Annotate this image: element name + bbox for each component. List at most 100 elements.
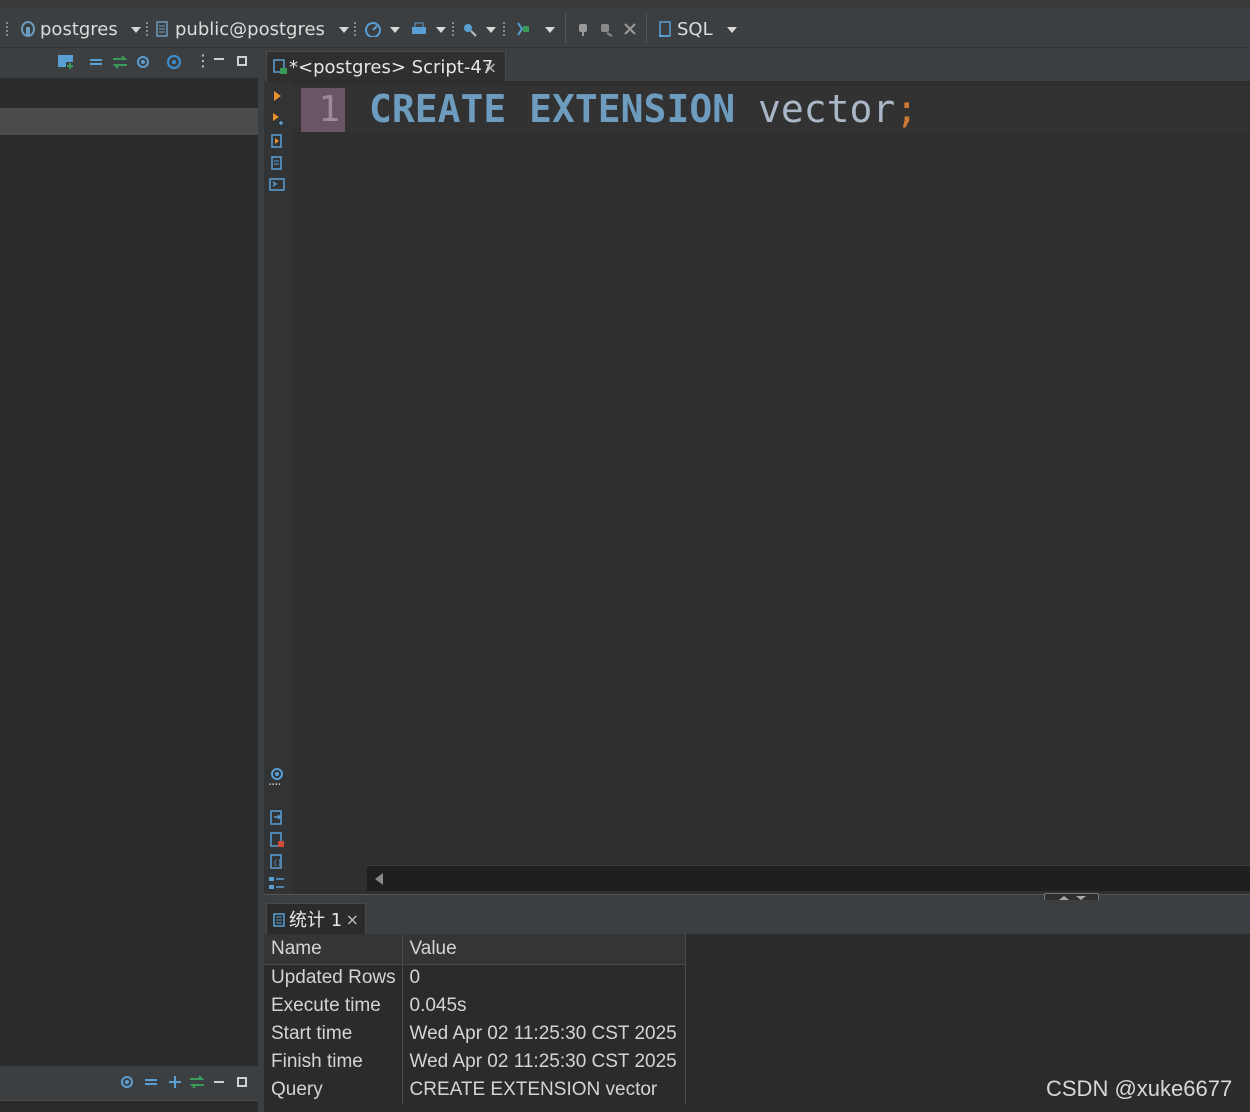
navigator-selected-row[interactable] xyxy=(0,108,258,135)
print-icon[interactable] xyxy=(410,21,428,37)
table-row[interactable]: Finish time Wed Apr 02 11:25:30 CST 2025 xyxy=(264,1048,686,1076)
results-tab-close-icon[interactable]: × xyxy=(346,910,359,929)
toolbar-separator xyxy=(503,22,505,36)
keyword-create: CREATE xyxy=(369,87,507,131)
table-header-row: Name Value xyxy=(264,934,686,965)
problems-icon[interactable] xyxy=(269,832,285,848)
connection-dropdown-icon[interactable] xyxy=(131,27,141,33)
table-row[interactable]: Updated Rows 0 xyxy=(264,964,686,992)
schema-label: public@postgres xyxy=(175,18,325,40)
row-value-cell: 0.045s xyxy=(402,992,686,1020)
project-maximize-icon[interactable] xyxy=(237,1077,247,1087)
schema-dropdown-icon[interactable] xyxy=(339,27,349,33)
disconnect-icon[interactable] xyxy=(622,21,638,37)
sql-label: SQL xyxy=(677,18,713,40)
tab-title: *<postgres> Script-47 xyxy=(289,56,494,78)
svg-text:{}: {} xyxy=(273,859,282,867)
line-number: 1 xyxy=(301,88,345,132)
statistics-table: Name Value Updated Rows 0 Execute time 0… xyxy=(264,934,686,1104)
schema-icon xyxy=(156,21,168,37)
editor-tab-bar: *<postgres> Script-47 × xyxy=(264,48,1250,82)
rollback-icon[interactable] xyxy=(598,21,614,37)
print-dropdown-icon[interactable] xyxy=(436,27,446,33)
minimize-icon[interactable] xyxy=(214,58,224,60)
database-navigator-panel: ⋮ xyxy=(0,48,258,1112)
project-link-icon[interactable] xyxy=(189,1075,205,1089)
watermark-text: CSDN @xuke6677 xyxy=(1046,1076,1233,1101)
table-row[interactable]: Execute time 0.045s xyxy=(264,992,686,1020)
toolbar-separator xyxy=(452,22,454,36)
tab-close-icon[interactable]: × xyxy=(484,58,497,77)
row-value-cell: Wed Apr 02 11:25:30 CST 2025 xyxy=(402,1020,686,1048)
maximize-icon[interactable] xyxy=(237,56,247,66)
sql-code-line[interactable]: CREATE EXTENSION vector; xyxy=(369,86,918,132)
sql-icon xyxy=(659,21,671,37)
row-name-cell: Updated Rows xyxy=(264,964,403,992)
script-icon xyxy=(273,59,287,74)
table-row[interactable]: Query CREATE EXTENSION vector xyxy=(264,1076,686,1104)
sql-editor-area: *<postgres> Script-47 × ···· {} 1 CREATE… xyxy=(264,48,1250,894)
toolbar-separator xyxy=(354,22,356,36)
filter-config-icon[interactable] xyxy=(165,53,183,71)
row-value-cell: 0 xyxy=(402,964,686,992)
explain-plan-icon[interactable] xyxy=(269,178,285,192)
execute-script-icon[interactable] xyxy=(270,134,284,148)
plug-connect-icon[interactable] xyxy=(514,21,532,37)
outline-icon[interactable] xyxy=(268,876,286,892)
column-header-value[interactable]: Value xyxy=(402,934,686,965)
project-panel-content xyxy=(0,1100,258,1112)
more-actions-icon[interactable]: ···· xyxy=(268,778,281,793)
project-collapse-icon[interactable] xyxy=(144,1077,158,1087)
export-script-icon[interactable] xyxy=(269,810,285,826)
column-header-name[interactable]: Name xyxy=(264,934,403,965)
execute-statement-icon[interactable] xyxy=(272,90,284,102)
search-dropdown-icon[interactable] xyxy=(486,27,496,33)
plug-dropdown-icon[interactable] xyxy=(545,27,555,33)
project-add-icon[interactable] xyxy=(167,1074,183,1090)
keyword-extension: EXTENSION xyxy=(529,87,736,131)
tab-script-47[interactable]: *<postgres> Script-47 × xyxy=(266,51,506,82)
project-panel-toolbar xyxy=(0,1066,258,1100)
navigator-settings-icon[interactable] xyxy=(135,53,151,71)
execute-script-new-tab-icon[interactable] xyxy=(270,156,284,170)
connection-label: postgres xyxy=(40,18,118,40)
horizontal-scrollbar[interactable] xyxy=(367,865,1250,891)
commit-icon[interactable] xyxy=(576,21,590,37)
dashboard-dropdown-icon[interactable] xyxy=(390,27,400,33)
toolbar-separator xyxy=(146,22,148,36)
row-name-cell: Execute time xyxy=(264,992,403,1020)
search-icon[interactable] xyxy=(461,21,479,37)
navigator-toolbar: ⋮ xyxy=(0,48,258,78)
tab-statistics-1[interactable]: 统计 1 × xyxy=(266,903,366,934)
toolbar-divider xyxy=(646,13,647,43)
row-name-cell: Query xyxy=(264,1076,403,1104)
semicolon: ; xyxy=(895,87,919,131)
schema-selector[interactable]: public@postgres xyxy=(155,17,325,41)
connection-selector[interactable]: postgres xyxy=(20,17,118,41)
toolbar-separator xyxy=(6,22,8,36)
statistics-icon xyxy=(273,913,285,927)
link-editor-icon[interactable] xyxy=(112,55,128,69)
row-value-cell: CREATE EXTENSION vector xyxy=(402,1076,686,1104)
project-minimize-icon[interactable] xyxy=(214,1081,224,1083)
execute-new-tab-icon[interactable] xyxy=(271,112,285,126)
project-settings-icon[interactable] xyxy=(119,1074,135,1090)
menu-bar xyxy=(0,0,1250,9)
collapse-all-icon[interactable] xyxy=(89,56,103,68)
table-row[interactable]: Start time Wed Apr 02 11:25:30 CST 2025 xyxy=(264,1020,686,1048)
row-name-cell: Finish time xyxy=(264,1048,403,1076)
sql-dropdown-icon[interactable] xyxy=(727,27,737,33)
identifier-vector: vector xyxy=(757,87,896,131)
results-tab-label: 统计 1 xyxy=(289,910,343,931)
row-name-cell: Start time xyxy=(264,1020,403,1048)
toolbar-divider xyxy=(565,13,566,43)
more-options-icon[interactable]: ⋮ xyxy=(195,51,211,70)
postgres-connection-icon xyxy=(21,21,35,37)
dashboard-icon[interactable] xyxy=(364,21,382,37)
variables-icon[interactable]: {} xyxy=(269,854,285,870)
sql-editor-button[interactable]: SQL xyxy=(657,17,713,41)
scroll-left-icon[interactable] xyxy=(375,873,383,885)
results-tab-bar: 统计 1 × xyxy=(264,900,1250,934)
editor-action-gutter: ···· {} xyxy=(264,82,292,894)
new-connection-icon[interactable] xyxy=(57,53,75,71)
